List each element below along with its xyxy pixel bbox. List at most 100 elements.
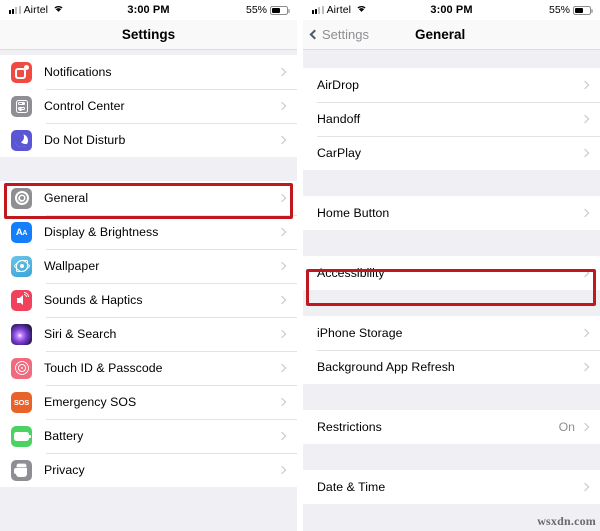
display-brightness-icon: AA	[11, 221, 32, 243]
list-item-label: Notifications	[44, 65, 112, 79]
chevron-right-icon	[277, 295, 287, 305]
list-item-label: Home Button	[317, 206, 390, 220]
chevron-right-icon	[277, 101, 287, 111]
general-group-2: Home Button	[303, 196, 600, 230]
chevron-right-icon	[580, 80, 590, 90]
list-item-accessibility[interactable]: Accessibility	[303, 256, 600, 290]
list-item-iphone-storage[interactable]: iPhone Storage	[303, 316, 600, 350]
list-item-general[interactable]: General	[0, 181, 297, 215]
wallpaper-icon	[11, 255, 32, 277]
chevron-right-icon	[580, 114, 590, 124]
gear-icon	[11, 187, 32, 209]
chevron-right-icon	[277, 67, 287, 77]
settings-list-left[interactable]: Notifications Control Center Do Not Dist…	[0, 50, 297, 531]
sounds-haptics-icon	[11, 289, 32, 311]
list-item-handoff[interactable]: Handoff	[303, 102, 600, 136]
group-spacer	[303, 230, 600, 256]
chevron-right-icon	[580, 328, 590, 338]
do-not-disturb-icon	[11, 129, 32, 151]
list-item-value: On	[558, 420, 575, 434]
touch-id-icon	[11, 357, 32, 379]
settings-list-right[interactable]: AirDrop Handoff CarPlay Home Button Acce…	[303, 50, 600, 531]
chevron-right-icon	[277, 227, 287, 237]
settings-group-2: General AA Display & Brightness Wallpape…	[0, 181, 297, 487]
group-spacer	[303, 170, 600, 196]
list-item-label: Date & Time	[317, 480, 386, 494]
list-item-label: AirDrop	[317, 78, 360, 92]
chevron-right-icon	[580, 362, 590, 372]
list-item-label: Touch ID & Passcode	[44, 361, 163, 375]
notifications-icon	[11, 61, 32, 83]
list-item-wallpaper[interactable]: Wallpaper	[0, 249, 297, 283]
chevron-right-icon	[277, 465, 287, 475]
list-item-emergency-sos[interactable]: SOS Emergency SOS	[0, 385, 297, 419]
chevron-right-icon	[277, 193, 287, 203]
list-item-label: Siri & Search	[44, 327, 117, 341]
page-title: General	[415, 27, 466, 42]
status-bar-left: Airtel 3:00 PM 55%	[0, 0, 297, 20]
list-item-label: Privacy	[44, 463, 85, 477]
group-spacer	[303, 290, 600, 316]
chevron-right-icon	[277, 363, 287, 373]
chevron-right-icon	[580, 208, 590, 218]
list-item-date-time[interactable]: Date & Time	[303, 470, 600, 504]
side-by-side-screenshots: Airtel 3:00 PM 55% Settings Notification…	[0, 0, 600, 531]
list-item-carplay[interactable]: CarPlay	[303, 136, 600, 170]
chevron-right-icon	[580, 268, 590, 278]
chevron-right-icon	[580, 482, 590, 492]
list-item-restrictions[interactable]: Restrictions On	[303, 410, 600, 444]
nav-bar-right: Settings General	[303, 20, 600, 50]
list-item-label: Do Not Disturb	[44, 133, 126, 147]
clock-label: 3:00 PM	[127, 4, 170, 16]
list-item-display-brightness[interactable]: AA Display & Brightness	[0, 215, 297, 249]
list-item-touch-id-passcode[interactable]: Touch ID & Passcode	[0, 351, 297, 385]
chevron-right-icon	[277, 329, 287, 339]
list-item-airdrop[interactable]: AirDrop	[303, 68, 600, 102]
list-item-label: Handoff	[317, 112, 361, 126]
list-item-label: Emergency SOS	[44, 395, 137, 409]
list-item-label: Display & Brightness	[44, 225, 159, 239]
list-item-label: CarPlay	[317, 146, 362, 160]
list-item-siri-search[interactable]: Siri & Search	[0, 317, 297, 351]
back-button-label: Settings	[322, 27, 369, 42]
general-group-1: AirDrop Handoff CarPlay	[303, 68, 600, 170]
list-item-privacy[interactable]: Privacy	[0, 453, 297, 487]
chevron-left-icon	[309, 29, 320, 40]
privacy-hand-icon	[11, 459, 32, 481]
general-group-5: Restrictions On	[303, 410, 600, 444]
list-item-do-not-disturb[interactable]: Do Not Disturb	[0, 123, 297, 157]
chevron-right-icon	[580, 148, 590, 158]
control-center-icon	[11, 95, 32, 117]
clock-label: 3:00 PM	[430, 4, 473, 16]
list-item-label: Background App Refresh	[317, 360, 455, 374]
list-item-label: Restrictions	[317, 420, 382, 434]
list-item-label: Accessibility	[317, 266, 385, 280]
chevron-right-icon	[277, 135, 287, 145]
list-item-background-app-refresh[interactable]: Background App Refresh	[303, 350, 600, 384]
left-phone-screen-settings: Airtel 3:00 PM 55% Settings Notification…	[0, 0, 297, 531]
group-spacer	[303, 444, 600, 470]
list-item-home-button[interactable]: Home Button	[303, 196, 600, 230]
back-button[interactable]: Settings	[303, 27, 369, 42]
chevron-right-icon	[277, 431, 287, 441]
battery-icon	[11, 425, 32, 447]
right-phone-screen-general: Airtel 3:00 PM 55% Settings General AirD…	[303, 0, 600, 531]
list-item-battery[interactable]: Battery	[0, 419, 297, 453]
chevron-right-icon	[277, 397, 287, 407]
general-group-6: Date & Time	[303, 470, 600, 504]
list-item-notifications[interactable]: Notifications	[0, 55, 297, 89]
sos-icon: SOS	[11, 391, 32, 413]
list-item-sounds-haptics[interactable]: Sounds & Haptics	[0, 283, 297, 317]
list-item-control-center[interactable]: Control Center	[0, 89, 297, 123]
battery-icon	[270, 5, 290, 15]
list-item-label: Control Center	[44, 99, 125, 113]
general-group-3: Accessibility	[303, 256, 600, 290]
general-group-4: iPhone Storage Background App Refresh	[303, 316, 600, 384]
battery-icon	[573, 5, 593, 15]
page-title: Settings	[121, 27, 176, 42]
status-bar-right: Airtel 3:00 PM 55%	[303, 0, 600, 20]
chevron-right-icon	[277, 261, 287, 271]
chevron-right-icon	[580, 422, 590, 432]
list-item-label: Sounds & Haptics	[44, 293, 143, 307]
siri-icon	[11, 323, 32, 345]
